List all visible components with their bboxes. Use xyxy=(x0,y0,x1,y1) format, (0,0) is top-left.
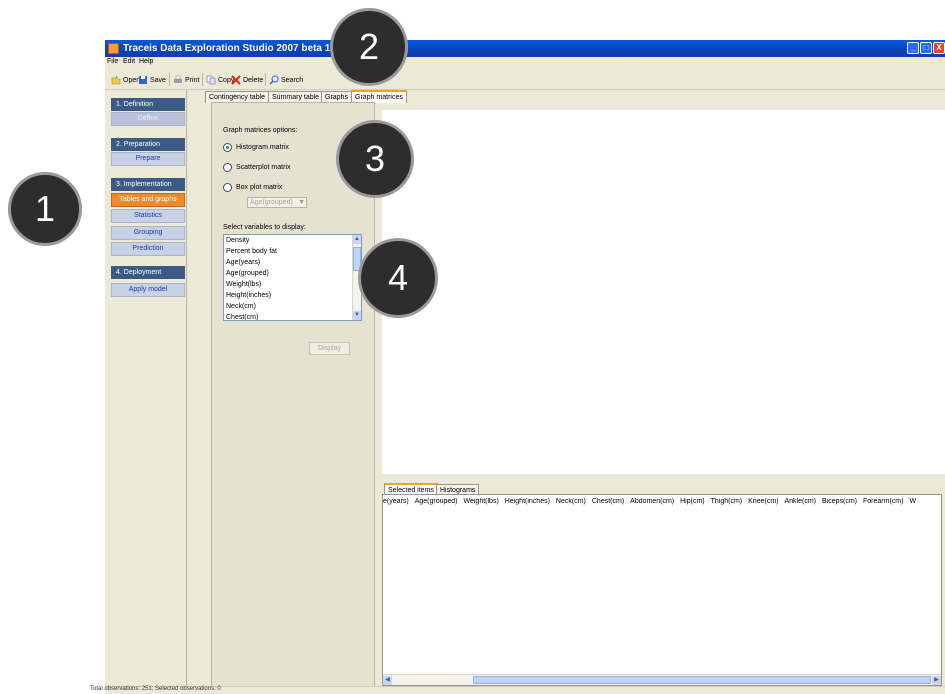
application-window: Traceis Data Exploration Studio 2007 bet… xyxy=(105,40,945,694)
open-button[interactable]: Open xyxy=(111,74,140,86)
column-header[interactable]: e(years) xyxy=(383,498,409,505)
nav-item-apply-model[interactable]: Apply model xyxy=(111,283,185,297)
group-variable-value: Age(grouped) xyxy=(250,199,293,206)
nav-item-grouping[interactable]: Grouping xyxy=(111,226,185,240)
box-plot-matrix-radio[interactable] xyxy=(223,183,232,192)
search-button[interactable]: Search xyxy=(269,74,303,86)
column-header[interactable]: Age(grouped) xyxy=(415,498,458,505)
list-item[interactable]: Height(inches) xyxy=(226,292,271,299)
workflow-sidebar: 1. Definition Define 2. Preparation Prep… xyxy=(105,90,187,690)
nav-item-prediction[interactable]: Prediction xyxy=(111,242,185,256)
column-header[interactable]: Forearm(cm) xyxy=(863,498,903,505)
save-label: Save xyxy=(150,76,166,84)
nav-item-define[interactable]: Define xyxy=(111,112,185,126)
toolbar-separator xyxy=(265,73,266,86)
table-header: e(years) Age(grouped) Weight(lbs) Height(in… xyxy=(383,498,941,508)
toolbar: Open Save Print Copy Delete Search xyxy=(105,68,945,90)
menu-file[interactable]: File xyxy=(107,58,118,65)
graph-canvas xyxy=(382,110,945,474)
scroll-thumb[interactable] xyxy=(473,676,931,684)
floppy-disk-icon xyxy=(139,76,147,84)
close-button[interactable]: X xyxy=(933,42,945,54)
menu-help[interactable]: Help xyxy=(139,58,153,65)
delete-button[interactable]: Delete xyxy=(231,74,263,86)
scatterplot-matrix-radio[interactable] xyxy=(223,163,232,172)
nav-section-definition: 1. Definition xyxy=(111,98,185,111)
scroll-up-icon[interactable]: ▲ xyxy=(353,235,361,244)
nav-section-deployment: 4. Deployment xyxy=(111,266,185,279)
box-plot-matrix-label[interactable]: Box plot matrix xyxy=(236,184,282,191)
delete-x-icon xyxy=(231,75,241,85)
column-header[interactable]: Height(inches) xyxy=(505,498,550,505)
search-label: Search xyxy=(281,76,304,84)
list-item[interactable]: Age(years) xyxy=(226,259,260,266)
column-header[interactable]: Chest(cm) xyxy=(592,498,624,505)
nav-item-tables-and-graphs[interactable]: Tables and graphs xyxy=(111,193,185,207)
column-header[interactable]: Biceps(cm) xyxy=(822,498,857,505)
list-item[interactable]: Age(grouped) xyxy=(226,270,269,277)
column-header[interactable]: Knee(cm) xyxy=(748,498,778,505)
options-heading: Graph matrices options: xyxy=(223,127,298,134)
column-header[interactable]: W xyxy=(909,498,916,505)
scatterplot-matrix-label[interactable]: Scatterplot matrix xyxy=(236,164,290,171)
display-button[interactable]: Display xyxy=(309,342,350,355)
window-title: Traceis Data Exploration Studio 2007 bet… xyxy=(123,43,339,54)
print-label: Print xyxy=(185,76,200,84)
print-button[interactable]: Print xyxy=(173,74,199,86)
list-item[interactable]: Chest(cm) xyxy=(226,314,258,320)
table-horizontal-scrollbar[interactable]: ◀ ▶ xyxy=(383,674,941,685)
variables-label: Select variables to display: xyxy=(223,224,306,231)
chevron-down-icon: ▼ xyxy=(298,199,305,206)
scroll-down-icon[interactable]: ▼ xyxy=(353,311,361,320)
list-item[interactable]: Percent body fat xyxy=(226,248,277,255)
folder-open-icon xyxy=(111,76,121,85)
column-header[interactable]: Weight(lbs) xyxy=(464,498,499,505)
callout-4: 4 xyxy=(358,238,438,318)
nav-section-implementation: 3. Implementation xyxy=(111,178,185,191)
nav-item-statistics[interactable]: Statistics xyxy=(111,209,185,223)
menu-edit[interactable]: Edit xyxy=(123,58,135,65)
column-header[interactable]: Abdomen(cm) xyxy=(630,498,674,505)
list-item[interactable]: Density xyxy=(226,237,249,244)
graph-matrices-options-panel: Graph matrices options: Histogram matrix… xyxy=(211,102,375,690)
save-button[interactable]: Save xyxy=(138,74,166,86)
toolbar-separator xyxy=(169,73,170,86)
title-bar[interactable]: Traceis Data Exploration Studio 2007 bet… xyxy=(105,40,945,57)
column-header[interactable]: Hip(cm) xyxy=(680,498,705,505)
status-text: Total observations: 251; Selected observ… xyxy=(90,686,221,692)
minimize-button[interactable]: _ xyxy=(907,42,919,54)
delete-label: Delete xyxy=(243,76,264,84)
selected-items-table: e(years) Age(grouped) Weight(lbs) Height(in… xyxy=(382,494,942,686)
printer-icon xyxy=(174,75,182,83)
menu-bar: File Edit Help xyxy=(105,57,945,68)
variables-listbox[interactable]: Density Percent body fat Age(years) Age(… xyxy=(223,234,362,321)
scroll-right-icon[interactable]: ▶ xyxy=(932,676,941,685)
app-icon xyxy=(108,43,119,54)
histogram-matrix-radio[interactable] xyxy=(223,143,232,152)
group-variable-select[interactable]: Age(grouped) ▼ xyxy=(247,197,307,208)
callout-2: 2 xyxy=(330,8,408,86)
maximize-button[interactable]: □ xyxy=(920,42,932,54)
scroll-left-icon[interactable]: ◀ xyxy=(383,676,392,685)
column-header[interactable]: Ankle(cm) xyxy=(784,498,816,505)
list-item[interactable]: Weight(lbs) xyxy=(226,281,261,288)
column-header[interactable]: Neck(cm) xyxy=(556,498,586,505)
callout-1: 1 xyxy=(8,172,82,246)
list-item[interactable]: Neck(cm) xyxy=(226,303,256,310)
nav-section-preparation: 2. Preparation xyxy=(111,138,185,151)
status-bar xyxy=(105,686,945,694)
copy-icon xyxy=(206,75,216,85)
nav-item-prepare[interactable]: Prepare xyxy=(111,152,185,166)
toolbar-separator xyxy=(202,73,203,86)
histogram-matrix-label[interactable]: Histogram matrix xyxy=(236,144,289,151)
column-header[interactable]: Thigh(cm) xyxy=(711,498,743,505)
search-icon xyxy=(269,75,279,85)
callout-3: 3 xyxy=(336,120,414,198)
